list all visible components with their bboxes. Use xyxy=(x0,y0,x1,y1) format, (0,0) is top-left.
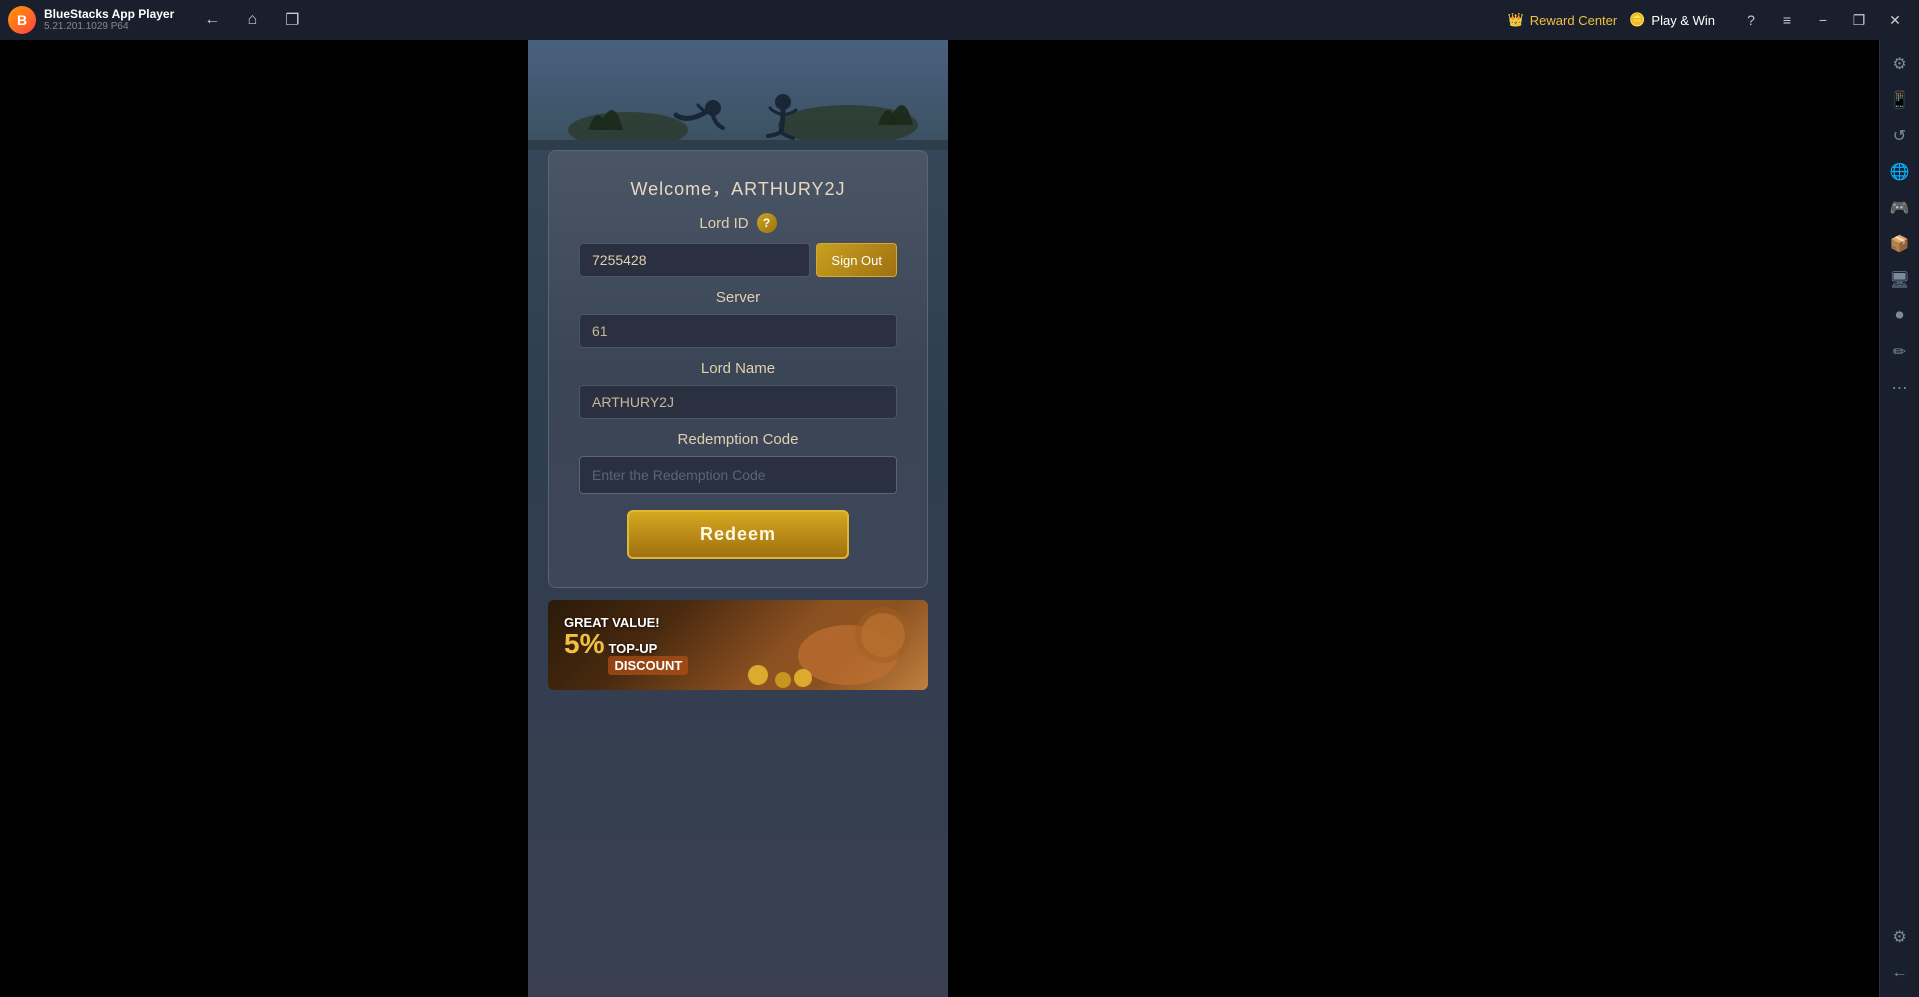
question-icon: ? xyxy=(763,216,770,230)
banner-area[interactable]: GREAT VALUE! 5% TOP-UP DISCOUNT xyxy=(548,600,928,690)
sidebar-more-icon[interactable]: ⋯ xyxy=(1884,372,1916,404)
back-button[interactable]: ← xyxy=(198,6,226,34)
crown-icon: 👑 xyxy=(1508,12,1524,28)
lord-name-label: Lord Name xyxy=(579,360,897,377)
multi-button[interactable]: ❐ xyxy=(278,6,306,34)
sidebar-rotate-icon[interactable]: ↺ xyxy=(1884,120,1916,152)
title-controls: ? ≡ − ❐ ✕ xyxy=(1735,6,1911,34)
app-name: BlueStacks App Player xyxy=(44,7,174,21)
dialog-panel: Welcome，ARTHURY2J Lord ID ? Sign Out Ser… xyxy=(548,150,928,588)
deco-top xyxy=(528,40,948,150)
home-button[interactable]: ⌂ xyxy=(238,6,266,34)
banner-percent: 5% xyxy=(564,630,604,658)
minimize-button[interactable]: − xyxy=(1807,6,1839,34)
restore-button[interactable]: ❐ xyxy=(1843,6,1875,34)
sidebar-apk-icon[interactable]: 📦 xyxy=(1884,228,1916,260)
sidebar-settings-icon[interactable]: ⚙ xyxy=(1884,48,1916,80)
question-button[interactable]: ? xyxy=(1735,6,1767,34)
banner-lion-decoration xyxy=(728,600,928,690)
server-label: Server xyxy=(579,289,897,306)
sidebar-screenshot-icon[interactable]: 🖥 xyxy=(1884,264,1916,296)
app-version: 5.21.201.1029 P64 xyxy=(44,21,174,33)
reward-center-button[interactable]: 👑 Reward Center xyxy=(1508,12,1618,28)
sidebar-screen-icon[interactable]: 📱 xyxy=(1884,84,1916,116)
banner-topup: TOP-UP xyxy=(608,641,688,656)
app-title-text: BlueStacks App Player 5.21.201.1029 P64 xyxy=(44,7,174,33)
play-win-button[interactable]: 🪙 Play & Win xyxy=(1629,12,1715,28)
right-area xyxy=(948,40,1879,997)
title-bar-nav: ← ⌂ ❐ xyxy=(198,6,306,34)
lord-id-label: Lord ID xyxy=(699,215,748,232)
sidebar-controller-icon[interactable]: 🎮 xyxy=(1884,192,1916,224)
server-field xyxy=(579,314,897,348)
banner-text-area: GREAT VALUE! 5% TOP-UP DISCOUNT xyxy=(564,615,688,675)
sidebar-location-icon[interactable]: 🌐 xyxy=(1884,156,1916,188)
lord-id-help-button[interactable]: ? xyxy=(757,213,777,233)
sidebar-edit-icon[interactable]: ✏ xyxy=(1884,336,1916,368)
lord-id-input[interactable] xyxy=(579,243,810,277)
sidebar-record-icon[interactable]: ⏺ xyxy=(1884,300,1916,332)
coin-icon: 🪙 xyxy=(1629,12,1645,28)
app-logo: B xyxy=(8,6,36,34)
lord-id-field-row: Sign Out xyxy=(579,243,897,277)
center-area: Welcome，ARTHURY2J Lord ID ? Sign Out Ser… xyxy=(528,40,948,997)
sign-out-button[interactable]: Sign Out xyxy=(816,243,897,277)
play-win-label: Play & Win xyxy=(1651,13,1715,28)
main-layout: Welcome，ARTHURY2J Lord ID ? Sign Out Ser… xyxy=(0,40,1919,997)
close-button[interactable]: ✕ xyxy=(1879,6,1911,34)
redemption-code-label: Redemption Code xyxy=(579,431,897,448)
sidebar-gear-icon[interactable]: ⚙ xyxy=(1884,921,1916,953)
right-sidebar: ⚙ 📱 ↺ 🌐 🎮 📦 🖥 ⏺ ✏ ⋯ ⚙ ← xyxy=(1879,40,1919,997)
welcome-text: Welcome，ARTHURY2J xyxy=(579,175,897,201)
title-bar-right: 👑 Reward Center 🪙 Play & Win ? ≡ − ❐ ✕ xyxy=(1508,6,1911,34)
redemption-code-input[interactable] xyxy=(579,456,897,494)
redeem-button[interactable]: Redeem xyxy=(627,510,850,559)
lord-id-row: Lord ID ? xyxy=(579,213,897,233)
left-area xyxy=(0,40,528,997)
banner-discount: DISCOUNT xyxy=(608,656,688,675)
title-bar: B BlueStacks App Player 5.21.201.1029 P6… xyxy=(0,0,1919,40)
menu-button[interactable]: ≡ xyxy=(1771,6,1803,34)
lord-name-field xyxy=(579,385,897,419)
reward-center-label: Reward Center xyxy=(1530,13,1617,28)
sidebar-back-icon[interactable]: ← xyxy=(1884,957,1916,989)
title-bar-left: B BlueStacks App Player 5.21.201.1029 P6… xyxy=(8,6,306,34)
